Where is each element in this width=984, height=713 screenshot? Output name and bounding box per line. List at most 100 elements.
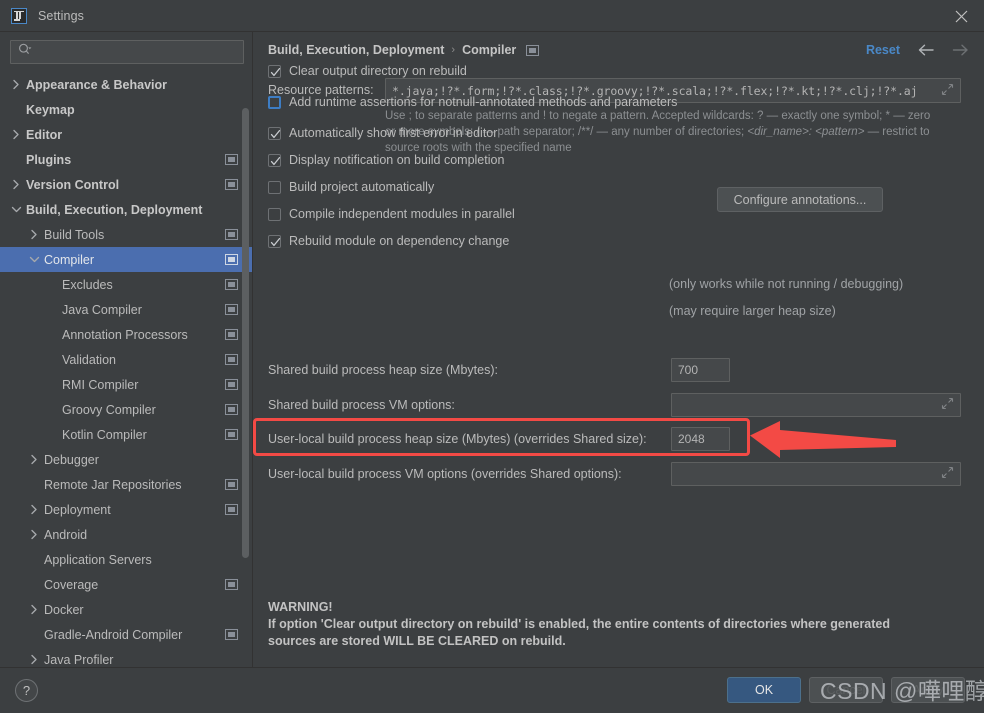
- sidebar-item-remote-jar-repositories[interactable]: Remote Jar Repositories: [0, 472, 252, 497]
- sidebar-item-label: Java Profiler: [44, 652, 114, 667]
- module-scope-icon[interactable]: [225, 504, 238, 515]
- module-scope-icon[interactable]: [225, 329, 238, 340]
- breadcrumb-root[interactable]: Build, Execution, Deployment: [268, 43, 444, 57]
- module-scope-icon[interactable]: [225, 479, 238, 490]
- ok-button[interactable]: OK: [727, 677, 801, 703]
- checkbox-checked-icon[interactable]: [268, 64, 281, 78]
- sidebar-item-android[interactable]: Android: [0, 522, 252, 547]
- sidebar-item-application-servers[interactable]: Application Servers: [0, 547, 252, 572]
- chevron-right-icon[interactable]: [28, 603, 41, 616]
- checkbox-row-compile-independent-modules-in-parallel[interactable]: Compile independent modules in parallel: [268, 207, 515, 221]
- module-scope-icon[interactable]: [225, 154, 238, 165]
- module-scope-icon[interactable]: [225, 579, 238, 590]
- sidebar-item-label: Application Servers: [44, 552, 152, 567]
- module-scope-icon[interactable]: [225, 179, 238, 190]
- chevron-down-icon[interactable]: [10, 203, 23, 216]
- sidebar-item-annotation-processors[interactable]: Annotation Processors: [0, 322, 252, 347]
- hint-line-2c: — restrict to: [864, 126, 930, 138]
- field-input-shared-build-process-heap-size-mbytes[interactable]: 700: [671, 358, 730, 382]
- checkbox-unchecked-icon[interactable]: [268, 207, 281, 221]
- sidebar-item-java-profiler[interactable]: Java Profiler: [0, 647, 252, 667]
- chevron-right-icon[interactable]: [28, 653, 41, 666]
- sidebar-item-plugins[interactable]: Plugins: [0, 147, 252, 172]
- chevron-right-icon[interactable]: [28, 528, 41, 541]
- close-icon[interactable]: [938, 0, 984, 32]
- module-scope-icon[interactable]: [225, 229, 238, 240]
- sidebar-item-editor[interactable]: Editor: [0, 122, 252, 147]
- arrow-left-icon[interactable]: [917, 42, 935, 58]
- sidebar-item-label: Java Compiler: [62, 302, 142, 317]
- module-scope-icon[interactable]: [225, 379, 238, 390]
- sidebar-item-kotlin-compiler[interactable]: Kotlin Compiler: [0, 422, 252, 447]
- configure-annotations-button[interactable]: Configure annotations...: [717, 187, 883, 212]
- expand-icon[interactable]: [941, 466, 954, 482]
- sidebar-item-docker[interactable]: Docker: [0, 597, 252, 622]
- checkbox-checked-icon[interactable]: [268, 153, 281, 167]
- sidebar-item-compiler[interactable]: Compiler: [0, 247, 252, 272]
- field-input-shared-build-process-vm-options[interactable]: [671, 393, 961, 417]
- search-input[interactable]: [33, 45, 243, 59]
- module-scope-icon[interactable]: [526, 44, 540, 56]
- sidebar-item-build-tools[interactable]: Build Tools: [0, 222, 252, 247]
- chevron-down-icon[interactable]: [28, 253, 41, 266]
- sidebar-item-debugger[interactable]: Debugger: [0, 447, 252, 472]
- expand-icon[interactable]: [941, 83, 954, 99]
- sidebar-item-label: Version Control: [26, 177, 120, 192]
- checkbox-checked-icon[interactable]: [268, 234, 281, 248]
- breadcrumb-separator: ›: [451, 44, 456, 56]
- chevron-right-icon[interactable]: [10, 178, 23, 191]
- checkbox-row-automatically-show-first-error-in-editor[interactable]: Automatically show first error in editor: [268, 126, 497, 140]
- sidebar-item-rmi-compiler[interactable]: RMI Compiler: [0, 372, 252, 397]
- chevron-right-icon[interactable]: [10, 78, 23, 91]
- sidebar-item-appearance-behavior[interactable]: Appearance & Behavior: [0, 72, 252, 97]
- breadcrumb: Build, Execution, Deployment › Compiler: [268, 43, 540, 57]
- sidebar-item-coverage[interactable]: Coverage: [0, 572, 252, 597]
- module-scope-icon[interactable]: [225, 429, 238, 440]
- checkbox-row-rebuild-module-on-dependency-change[interactable]: Rebuild module on dependency change: [268, 234, 509, 248]
- note-build-project-automatically: (only works while not running / debuggin…: [669, 277, 904, 291]
- module-scope-icon[interactable]: [225, 254, 238, 265]
- module-scope-icon[interactable]: [225, 404, 238, 415]
- checkbox-row-display-notification-on-build-completion[interactable]: Display notification on build completion: [268, 153, 504, 167]
- chevron-right-icon[interactable]: [28, 453, 41, 466]
- checkbox-row-clear-output-directory-on-rebuild[interactable]: Clear output directory on rebuild: [268, 64, 467, 78]
- help-button[interactable]: ?: [15, 679, 38, 702]
- chevron-right-icon[interactable]: [10, 128, 23, 141]
- sidebar-item-groovy-compiler[interactable]: Groovy Compiler: [0, 397, 252, 422]
- reset-button[interactable]: Reset: [866, 43, 900, 57]
- checkbox-row-build-project-automatically[interactable]: Build project automatically: [268, 180, 434, 194]
- sidebar-item-java-compiler[interactable]: Java Compiler: [0, 297, 252, 322]
- search-box[interactable]: [10, 40, 244, 64]
- field-input-user-local-build-process-vm-options-overrides[interactable]: [671, 462, 961, 486]
- module-scope-icon[interactable]: [225, 354, 238, 365]
- sidebar-scrollbar[interactable]: [242, 72, 251, 667]
- sidebar-item-build-execution-deployment[interactable]: Build, Execution, Deployment: [0, 197, 252, 222]
- expand-icon[interactable]: [941, 397, 954, 413]
- module-scope-icon[interactable]: [225, 304, 238, 315]
- checkbox-unchecked-icon[interactable]: [268, 180, 281, 194]
- module-scope-icon[interactable]: [225, 279, 238, 290]
- apply-button[interactable]: Apply: [891, 677, 965, 703]
- sidebar-item-validation[interactable]: Validation: [0, 347, 252, 372]
- checkbox-label: Compile independent modules in parallel: [289, 207, 515, 221]
- sidebar-scrollbar-thumb[interactable]: [242, 108, 249, 558]
- checkbox-unchecked-icon[interactable]: [268, 95, 281, 109]
- sidebar-item-label: Groovy Compiler: [62, 402, 156, 417]
- checkbox-row-add-runtime-assertions-for-notnull-annot[interactable]: Add runtime assertions for notnull-annot…: [268, 95, 677, 109]
- sidebar-item-excludes[interactable]: Excludes: [0, 272, 252, 297]
- settings-tree[interactable]: Appearance & Behavior Keymap Editor Plugins…: [0, 72, 252, 667]
- sidebar-item-deployment[interactable]: Deployment: [0, 497, 252, 522]
- sidebar-item-keymap[interactable]: Keymap: [0, 97, 252, 122]
- chevron-right-icon[interactable]: [28, 228, 41, 241]
- settings-sidebar: Appearance & Behavior Keymap Editor Plugins…: [0, 32, 253, 667]
- cancel-button[interactable]: Cancel: [809, 677, 883, 703]
- checkbox-checked-icon[interactable]: [268, 126, 281, 140]
- field-label-shared-build-process-vm-options: Shared build process VM options:: [268, 398, 455, 412]
- chevron-right-icon[interactable]: [28, 503, 41, 516]
- sidebar-item-gradle-android-compiler[interactable]: Gradle-Android Compiler: [0, 622, 252, 647]
- field-input-user-local-build-process-heap-size-mbytes-ove[interactable]: 2048: [671, 427, 730, 451]
- module-scope-icon[interactable]: [225, 629, 238, 640]
- sidebar-item-version-control[interactable]: Version Control: [0, 172, 252, 197]
